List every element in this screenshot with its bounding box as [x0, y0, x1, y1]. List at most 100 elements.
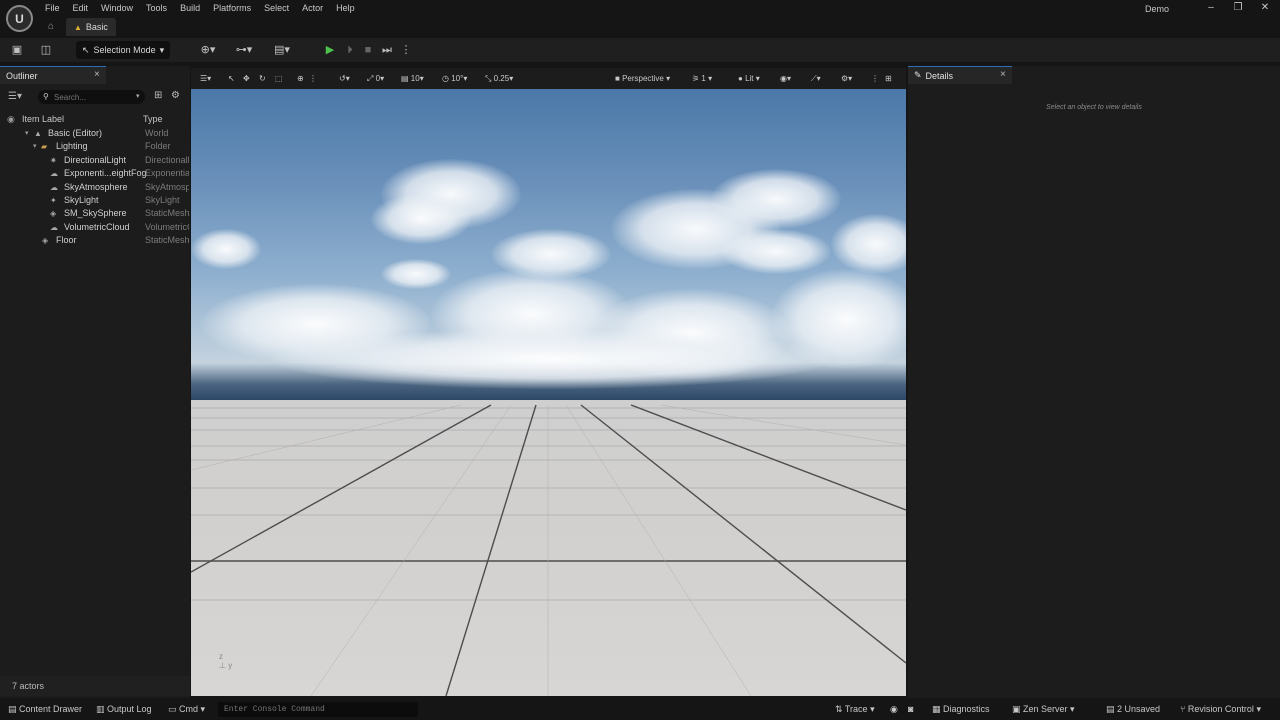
static-mesh-icon: ◈: [42, 236, 49, 246]
selection-mode-label: Selection Mode: [93, 45, 156, 55]
collapse-arrow-icon[interactable]: ▾: [25, 127, 29, 140]
more-options-icon[interactable]: ⋮: [399, 43, 413, 57]
main-menu: File Edit Window Tools Build Platforms S…: [38, 2, 361, 16]
axis-gizmo-icon: z ⊥ y: [219, 652, 233, 670]
stop-icon[interactable]: ■: [361, 43, 375, 57]
viewport-toolbar: ☰▾ ↖ ✥ ↻ ⬚ ⊕ ⋮ ↺▾ ⤢ 0▾ ▤ 10▾ ◷ 10°▾ ⤡ 0.…: [191, 68, 906, 89]
menu-build[interactable]: Build: [173, 2, 206, 16]
add-actor-icon[interactable]: ⊕▾: [196, 43, 220, 57]
menu-edit[interactable]: Edit: [66, 2, 95, 16]
content-drawer-button[interactable]: ▤ Content Drawer: [8, 703, 82, 716]
console-command-input[interactable]: [218, 702, 418, 717]
unreal-logo-icon[interactable]: U: [6, 5, 33, 32]
tree-row-folder[interactable]: ▾ ▰ Lighting Folder: [0, 140, 190, 153]
step-icon[interactable]: ⏵: [343, 43, 357, 57]
tree-row-actor[interactable]: ◈ SM_SkySphere StaticMeshActor: [0, 207, 190, 220]
cmd-dropdown[interactable]: ▭ Cmd ▾: [168, 703, 205, 716]
selection-mode-dropdown[interactable]: ↖ Selection Mode ▾: [76, 41, 171, 59]
level-tab-label: Basic: [85, 22, 108, 32]
menu-select[interactable]: Select: [257, 2, 295, 16]
level-tab[interactable]: ▲ Basic: [66, 18, 116, 36]
source-control-icon[interactable]: ◫: [39, 43, 53, 57]
close-icon[interactable]: ×: [94, 66, 100, 84]
blueprint-icon[interactable]: ⊶▾: [232, 43, 256, 57]
minimize-button[interactable]: –: [1197, 0, 1225, 16]
zen-server-button[interactable]: ▣ Zen Server ▾: [1012, 703, 1075, 716]
perspective-dropdown[interactable]: ■ Perspective ▾: [615, 72, 670, 85]
restore-button[interactable]: ❐: [1224, 0, 1252, 16]
tree-row-actor[interactable]: ✷ DirectionalLight DirectionalLight: [0, 154, 190, 167]
camera-icon[interactable]: ◙: [908, 703, 913, 716]
rotate-tool-icon[interactable]: ↻: [259, 72, 266, 85]
diagnostics-button[interactable]: ▦ Diagnostics: [932, 703, 990, 716]
close-window-button[interactable]: ✕: [1251, 0, 1279, 16]
floor-grid: [191, 400, 906, 696]
outliner-tab-label: Outliner: [6, 70, 38, 81]
details-panel: ✎ Details × Select an object to view det…: [908, 66, 1280, 698]
rotate-snap-dropdown[interactable]: ◷ 10°▾: [442, 72, 467, 85]
select-tool-icon[interactable]: ↖: [228, 72, 235, 85]
close-icon[interactable]: ×: [1000, 66, 1006, 84]
window-title: Demo: [1145, 4, 1170, 14]
menu-window[interactable]: Window: [94, 2, 139, 16]
details-empty-message: Select an object to view details: [1046, 104, 1142, 111]
menu-file[interactable]: File: [38, 2, 66, 16]
level-viewport[interactable]: ☰▾ ↖ ✥ ↻ ⬚ ⊕ ⋮ ↺▾ ⤢ 0▾ ▤ 10▾ ◷ 10°▾ ⤡ 0.…: [191, 68, 906, 696]
trace-dropdown[interactable]: ⇅ Trace ▾: [835, 703, 875, 716]
tree-row-actor[interactable]: ☁ VolumetricCloud VolumetricCloud: [0, 221, 190, 234]
scale-tool-icon[interactable]: ⬚: [275, 72, 283, 85]
world-space-icon[interactable]: ⊕: [297, 72, 304, 85]
visibility-eye-icon[interactable]: ◉: [7, 114, 15, 125]
search-icon: ⚲: [43, 92, 49, 101]
surface-snap-icon[interactable]: ↺▾: [339, 72, 350, 85]
tree-row-actor[interactable]: ☁ Exponenti...eightFog ExponentialHeight…: [0, 167, 190, 180]
lit-dropdown[interactable]: ● Lit ▾: [738, 72, 760, 85]
menu-tools[interactable]: Tools: [139, 2, 173, 16]
column-item-label[interactable]: Item Label: [22, 114, 64, 124]
status-bar: ▤ Content Drawer ▥ Output Log ▭ Cmd ▾ ⇅ …: [0, 699, 1280, 720]
record-icon[interactable]: ◉: [890, 703, 898, 716]
sky-light-icon: ✦: [50, 195, 57, 205]
translate-tool-icon[interactable]: ✥: [243, 72, 250, 85]
revision-control-button[interactable]: ⑂ Revision Control ▾: [1180, 703, 1261, 716]
selection-mode-icon: ↖: [82, 44, 90, 55]
viewport-settings-gear-icon[interactable]: ⚙▾: [841, 72, 852, 85]
layout-dropdown[interactable]: ⚞ 1 ▾: [692, 72, 712, 85]
unsaved-button[interactable]: ▤ 2 Unsaved: [1106, 703, 1160, 716]
tree-row-actor[interactable]: ☁ SkyAtmosphere SkyAtmosphere: [0, 181, 190, 194]
more-options-icon[interactable]: ⋮: [871, 72, 879, 85]
chevron-down-icon[interactable]: ▾: [136, 92, 140, 100]
outliner-tab[interactable]: Outliner: [0, 66, 106, 84]
tree-row-actor[interactable]: ✦ SkyLight SkyLight: [0, 194, 190, 207]
collapse-arrow-icon[interactable]: ▾: [33, 140, 37, 153]
save-icon[interactable]: ▣: [10, 43, 24, 57]
outliner-toolbar: ☰▾ ⚲ ▾ ⊞ ⚙: [0, 86, 190, 108]
translate-snap-dropdown[interactable]: ⤢ 0▾: [367, 72, 384, 85]
viewport-options-icon[interactable]: ☰▾: [200, 72, 211, 85]
home-icon[interactable]: ⌂: [48, 21, 59, 32]
column-type[interactable]: Type: [143, 114, 163, 124]
details-tab[interactable]: ✎ Details: [908, 66, 1012, 84]
sky-background: [191, 89, 906, 400]
directional-light-icon: ✷: [50, 155, 57, 165]
search-input[interactable]: [38, 90, 145, 104]
menu-platforms[interactable]: Platforms: [206, 2, 257, 16]
show-flags-icon[interactable]: ◉▾: [780, 72, 791, 85]
play-icon[interactable]: ▶: [323, 43, 337, 57]
add-folder-icon[interactable]: ⊞: [154, 90, 162, 101]
menu-help[interactable]: Help: [329, 2, 361, 16]
filter-icon[interactable]: ☰▾: [8, 91, 22, 102]
scale-snap-dropdown[interactable]: ⤡ 0.25▾: [485, 72, 513, 85]
more-options-icon[interactable]: ⋮: [309, 72, 317, 85]
launch-icon[interactable]: ⏭: [380, 43, 394, 57]
tree-row-world[interactable]: ▾ ▲ Basic (Editor) World: [0, 127, 190, 140]
viewport-layout-icon[interactable]: ⊞: [885, 72, 892, 85]
folder-icon: ▰: [41, 142, 48, 152]
realtime-icon[interactable]: ⟋▾: [811, 72, 821, 85]
settings-gear-icon[interactable]: ⚙: [171, 90, 180, 101]
tree-row-actor[interactable]: ◈ Floor StaticMeshActor: [0, 234, 190, 247]
menu-actor[interactable]: Actor: [295, 2, 329, 16]
output-log-button[interactable]: ▥ Output Log: [96, 703, 152, 716]
grid-snap-dropdown[interactable]: ▤ 10▾: [401, 72, 424, 85]
cinematics-icon[interactable]: ▤▾: [270, 43, 294, 57]
